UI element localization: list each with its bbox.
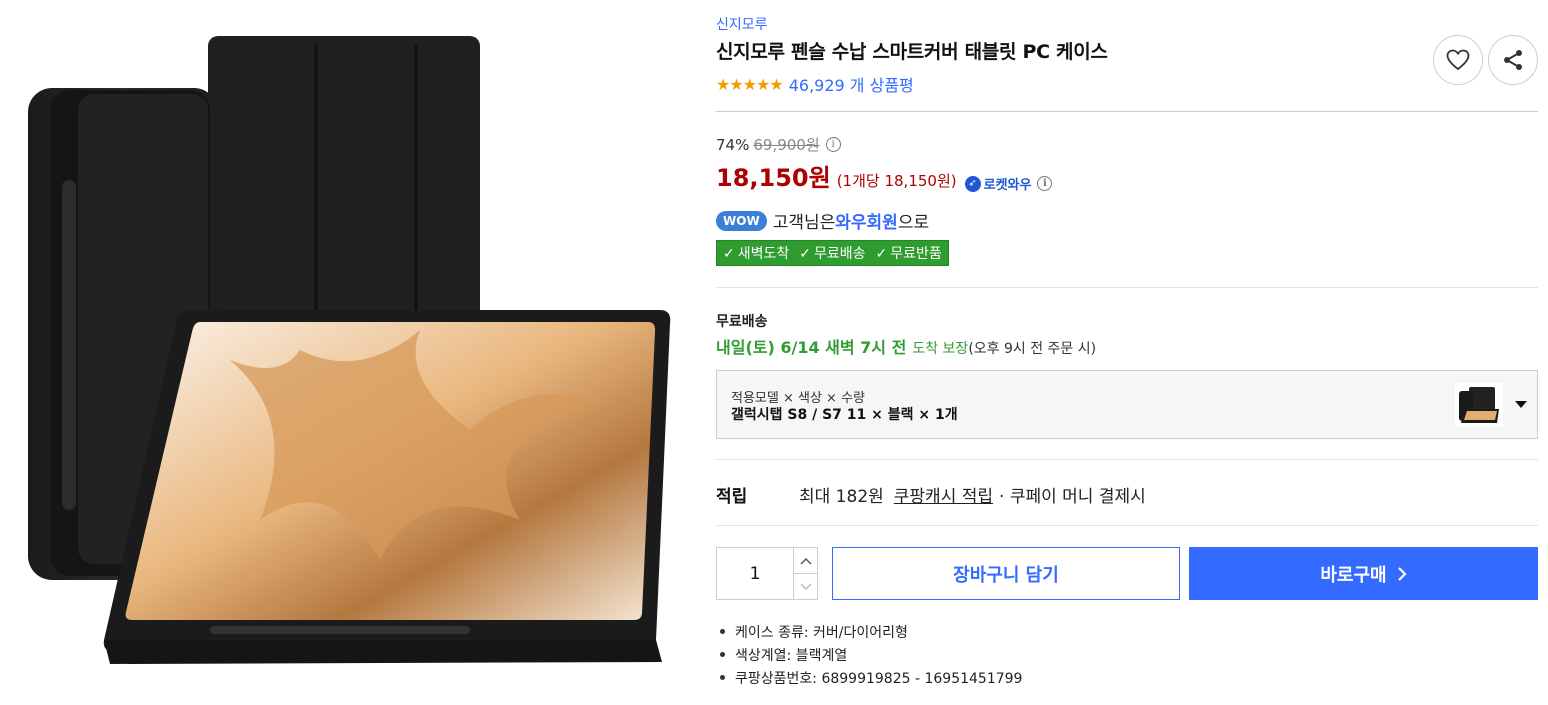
wow-highlight: 와우회원	[835, 213, 898, 233]
shipping-label: 무료배송	[716, 314, 768, 330]
wishlist-button[interactable]	[1433, 35, 1483, 85]
review-count-link[interactable]: 46,929 개 상품평	[789, 72, 914, 96]
chevron-down-icon	[799, 582, 812, 590]
benefit-label: 무료배송	[814, 246, 866, 262]
share-icon	[1504, 50, 1522, 70]
shipping-date: 내일(토) 6/14 새벽 7시 전	[716, 338, 907, 357]
bullet-icon	[720, 629, 725, 634]
rocket-wow-badge: ➶ 로켓와우 i	[964, 174, 1053, 193]
add-to-cart-button[interactable]: 장바구니 담기	[832, 547, 1180, 600]
brand-link[interactable]: 신지모루	[716, 14, 768, 34]
quantity-decrease-button[interactable]	[794, 574, 817, 599]
points-label: 적립	[716, 487, 748, 507]
original-price: 69,900원	[753, 136, 820, 154]
bullet-icon	[720, 652, 725, 657]
shipping-row: 내일(토) 6/14 새벽 7시 전 도착 보장 (오후 9시 전 주문 시)	[716, 334, 1096, 358]
wow-badge: WOW	[716, 210, 767, 231]
tablet-case-illustration	[28, 36, 671, 664]
quantity-buttons	[793, 548, 817, 599]
unit-price: (1개당 18,150원)	[836, 172, 957, 190]
option-selector[interactable]: 적용모델 × 색상 × 수량 갤럭시탭 S8 / S7 11 × 블랙 × 1개	[716, 370, 1538, 439]
benefit-label: 무료반품	[890, 246, 942, 262]
product-attributes: 케이스 종류: 커버/다이어리형 색상계열: 블랙계열 쿠팡상품번호: 6899…	[716, 620, 1022, 689]
heart-icon	[1446, 49, 1470, 71]
shipping-guarantee: 도착 보장	[912, 341, 969, 357]
add-to-cart-label: 장바구니 담기	[953, 564, 1059, 586]
option-value: 갤럭시탭 S8 / S7 11 × 블랙 × 1개	[731, 407, 958, 423]
quantity-stepper	[716, 547, 818, 600]
chevron-down-icon	[1515, 401, 1527, 408]
share-button[interactable]	[1488, 35, 1538, 85]
discount-rate: 74%	[716, 135, 750, 154]
check-icon: ✓	[723, 246, 735, 262]
benefit-item: ✓ 새벽도착	[723, 243, 789, 263]
points-extra: · 쿠페이 머니 결제시	[999, 487, 1146, 507]
rocket-icon: ➶	[964, 175, 981, 192]
divider	[716, 287, 1538, 288]
benefit-label: 새벽도착	[737, 246, 790, 262]
benefit-item: ✓ 무료배송	[799, 243, 865, 263]
divider	[716, 525, 1538, 526]
check-icon: ✓	[875, 246, 888, 262]
buy-now-label: 바로구매	[1320, 564, 1387, 586]
sale-price: 18,150원	[716, 164, 831, 192]
shipping-note: (오후 9시 전 주문 시)	[968, 341, 1097, 357]
info-icon[interactable]: i	[1037, 176, 1053, 191]
attribute-text: 쿠팡상품번호: 6899919825 - 16951451799	[735, 670, 1023, 687]
sale-price-row: 18,150원 (1개당 18,150원) ➶ 로켓와우 i	[716, 158, 1053, 193]
attribute-item: 케이스 종류: 커버/다이어리형	[716, 620, 1022, 643]
check-icon: ✓	[799, 246, 811, 262]
attribute-text: 케이스 종류: 커버/다이어리형	[735, 624, 908, 641]
points-row: 최대 182원 쿠팡캐시 적립 · 쿠페이 머니 결제시	[799, 482, 1146, 507]
wow-text-before: 고객님은	[772, 213, 836, 233]
product-title: 신지모루 펜슬 수납 스마트커버 태블릿 PC 케이스	[716, 41, 1108, 63]
attribute-text: 색상계열: 블랙계열	[735, 647, 848, 664]
buy-now-button[interactable]: 바로구매	[1189, 547, 1538, 600]
attribute-item: 색상계열: 블랙계열	[716, 643, 1022, 666]
rocket-label: 로켓와우	[983, 178, 1032, 193]
coupang-cash-link[interactable]: 쿠팡캐시 적립	[894, 482, 993, 507]
product-info-panel: 신지모루 신지모루 펜슬 수납 스마트커버 태블릿 PC 케이스 ★★★★★ 4…	[716, 0, 1538, 705]
benefit-item: ✓ 무료반품	[876, 243, 942, 263]
rating-stars: ★★★★★	[716, 74, 784, 94]
wow-benefits-box: ✓ 새벽도착 ✓ 무료배송 ✓ 무료반품	[716, 240, 949, 266]
quantity-increase-button[interactable]	[794, 548, 817, 574]
quantity-input[interactable]	[717, 548, 793, 599]
wow-text-after: 으로	[897, 213, 930, 233]
divider	[716, 459, 1538, 460]
chevron-up-icon	[799, 557, 812, 565]
points-amount: 최대 182원	[799, 487, 884, 507]
bullet-icon	[720, 675, 725, 680]
rating-row[interactable]: ★★★★★ 46,929 개 상품평	[716, 72, 914, 96]
divider	[716, 111, 1538, 112]
option-thumbnail	[1455, 383, 1503, 427]
product-image	[0, 0, 700, 705]
original-price-row: 74% 69,900원 i	[716, 134, 841, 155]
wow-membership-row: WOW 고객님은 와우회원 으로	[716, 208, 929, 233]
chevron-right-icon	[1397, 566, 1407, 581]
info-icon[interactable]: i	[825, 137, 841, 152]
attribute-item: 쿠팡상품번호: 6899919825 - 16951451799	[716, 666, 1022, 689]
